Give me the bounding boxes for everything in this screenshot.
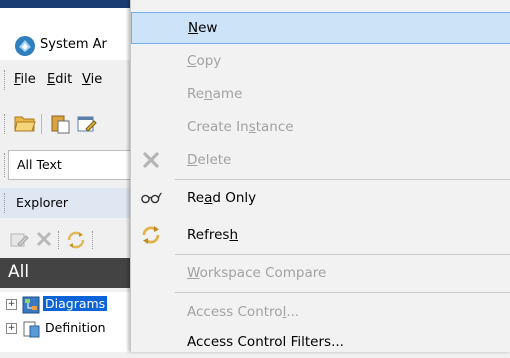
delete-icon bbox=[143, 152, 159, 168]
menu-item-new[interactable]: New bbox=[131, 12, 510, 44]
menu-item-label: Read Only bbox=[187, 190, 257, 206]
edit-icon[interactable] bbox=[10, 230, 30, 248]
explorer-tree: + Diagrams + Definition bbox=[0, 292, 140, 352]
menu-separator bbox=[175, 254, 510, 255]
toolbar-divider bbox=[41, 114, 42, 134]
filter-value: All Text bbox=[17, 157, 62, 172]
tree-item-definitions[interactable]: + Definition bbox=[0, 318, 140, 340]
context-menu: New Copy Rename Create Instance Delete R… bbox=[130, 0, 510, 352]
paste-icon[interactable] bbox=[50, 113, 72, 135]
properties-icon[interactable] bbox=[76, 113, 98, 135]
expand-icon[interactable]: + bbox=[6, 299, 17, 310]
all-label: All bbox=[8, 262, 30, 282]
filter-grip[interactable] bbox=[4, 153, 8, 177]
menu-separator bbox=[175, 292, 510, 293]
text-filter-field[interactable]: All Text bbox=[8, 150, 140, 180]
tree-item-label: Definition bbox=[45, 320, 106, 335]
menu-item-refresh[interactable]: Refresh bbox=[131, 219, 510, 251]
menu-item-label: Access Control... bbox=[187, 304, 300, 320]
explorer-grip[interactable] bbox=[4, 193, 8, 213]
menu-item-label: Access Control Filters... bbox=[187, 334, 344, 350]
diagrams-icon bbox=[22, 296, 40, 314]
menu-item-label: Delete bbox=[187, 152, 232, 168]
window-top-strip bbox=[0, 0, 140, 8]
delete-icon[interactable] bbox=[36, 231, 52, 247]
tree-item-diagrams[interactable]: + Diagrams bbox=[0, 294, 140, 316]
menu-item-read-only[interactable]: Read Only bbox=[131, 182, 510, 214]
menu-item-access-control[interactable]: Access Control... bbox=[131, 296, 510, 328]
main-window: System Ar File Edit Vie All Text Explore… bbox=[0, 0, 140, 352]
explorer-toolbar bbox=[0, 222, 140, 256]
menubar-grip[interactable] bbox=[4, 70, 8, 90]
menu-edit[interactable]: Edit bbox=[47, 72, 72, 87]
toolbar-grip[interactable] bbox=[4, 114, 8, 134]
menu-item-create-instance[interactable]: Create Instance bbox=[131, 111, 510, 143]
menu-item-label: New bbox=[188, 20, 218, 36]
menu-item-copy[interactable]: Copy bbox=[131, 45, 510, 77]
menu-separator bbox=[175, 179, 510, 180]
window-title: System Ar bbox=[40, 37, 107, 52]
tree-item-label: Diagrams bbox=[41, 295, 109, 312]
all-header: All bbox=[0, 258, 140, 288]
menu-item-label: Rename bbox=[187, 86, 243, 102]
app-logo-icon bbox=[15, 36, 35, 56]
main-toolbar bbox=[0, 106, 140, 142]
explorer-title: Explorer bbox=[16, 195, 69, 210]
menu-item-label: Refresh bbox=[187, 227, 238, 243]
open-folder-icon[interactable] bbox=[14, 113, 36, 133]
expand-icon[interactable]: + bbox=[6, 323, 17, 334]
menu-item-label: Copy bbox=[187, 53, 222, 69]
refresh-icon[interactable] bbox=[66, 230, 86, 250]
toolbar-divider bbox=[58, 231, 60, 249]
menu-item-rename[interactable]: Rename bbox=[131, 78, 510, 110]
explorer-header: Explorer bbox=[0, 188, 140, 218]
read-only-glasses-icon bbox=[141, 192, 162, 204]
menu-item-label: Create Instance bbox=[187, 119, 294, 135]
toolbar-divider bbox=[92, 231, 94, 249]
menu-item-delete[interactable]: Delete bbox=[131, 144, 510, 176]
menu-item-label: Workspace Compare bbox=[187, 265, 327, 281]
menu-item-access-control-filters[interactable]: Access Control Filters... bbox=[131, 326, 510, 358]
refresh-icon bbox=[142, 226, 160, 244]
menu-view[interactable]: Vie bbox=[82, 72, 102, 87]
title-bar: System Ar bbox=[0, 8, 140, 60]
menu-bar: File Edit Vie bbox=[0, 62, 140, 98]
menu-item-workspace-compare[interactable]: Workspace Compare bbox=[131, 257, 510, 289]
definitions-icon bbox=[23, 321, 40, 338]
menu-file[interactable]: File bbox=[14, 72, 36, 87]
